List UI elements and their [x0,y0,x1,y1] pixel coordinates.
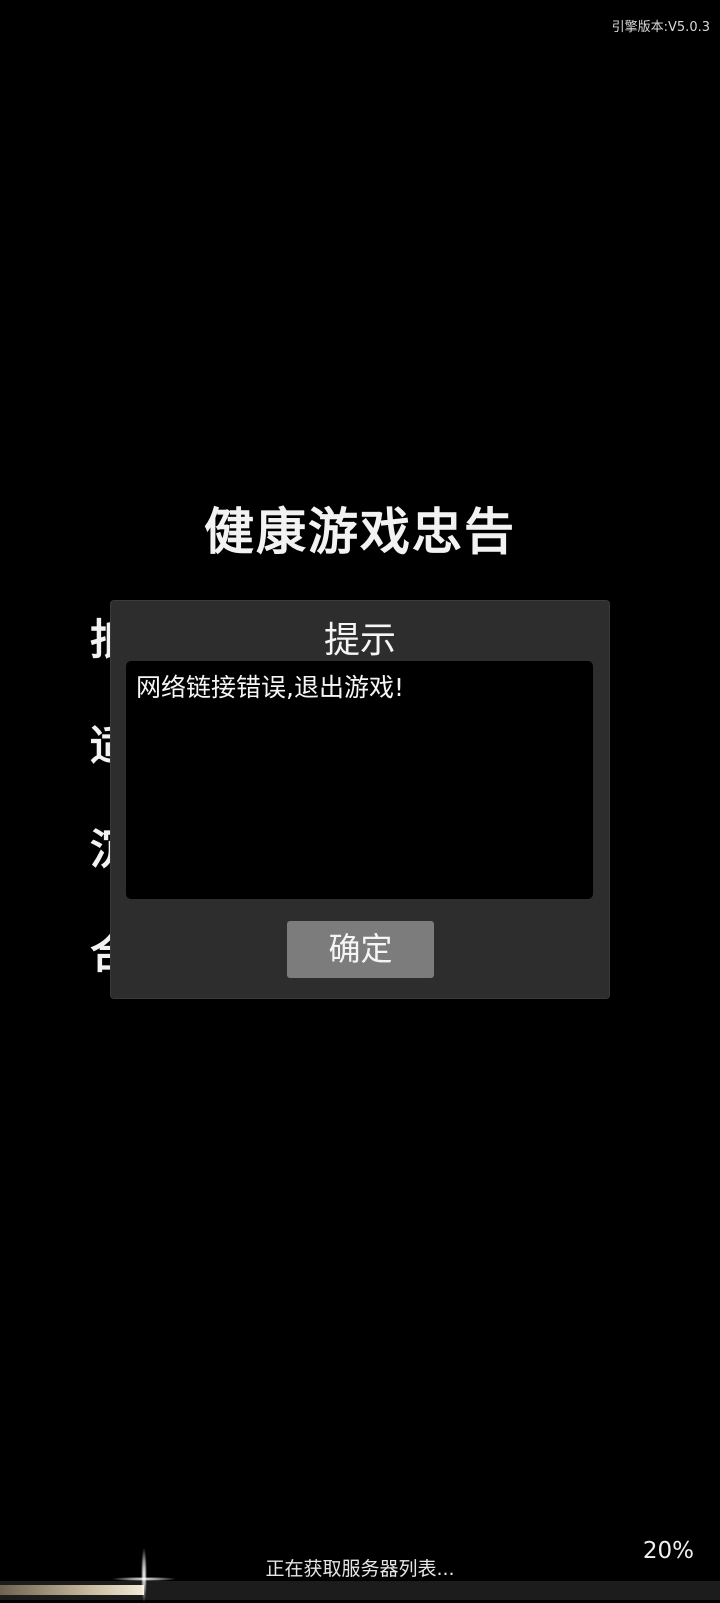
loading-status: 正在获取服务器列表... [265,1558,455,1580]
dialog-message-text: 网络链接错误,退出游戏! [136,673,404,702]
progress-percent: 20% [642,1538,694,1564]
progress-spark [113,1547,175,1603]
dialog-message: 网络链接错误,退出游戏! [126,661,593,899]
advisory-title: 健康游戏忠告 [204,503,516,561]
alert-dialog: 提示 网络链接错误,退出游戏! 确定 [111,601,609,998]
engine-version: 引擎版本:V5.0.3 [611,20,710,35]
progress-bar [0,1547,720,1603]
progress-fill [0,1585,144,1595]
confirm-button[interactable]: 确定 [287,921,434,978]
dialog-title: 提示 [323,620,396,661]
